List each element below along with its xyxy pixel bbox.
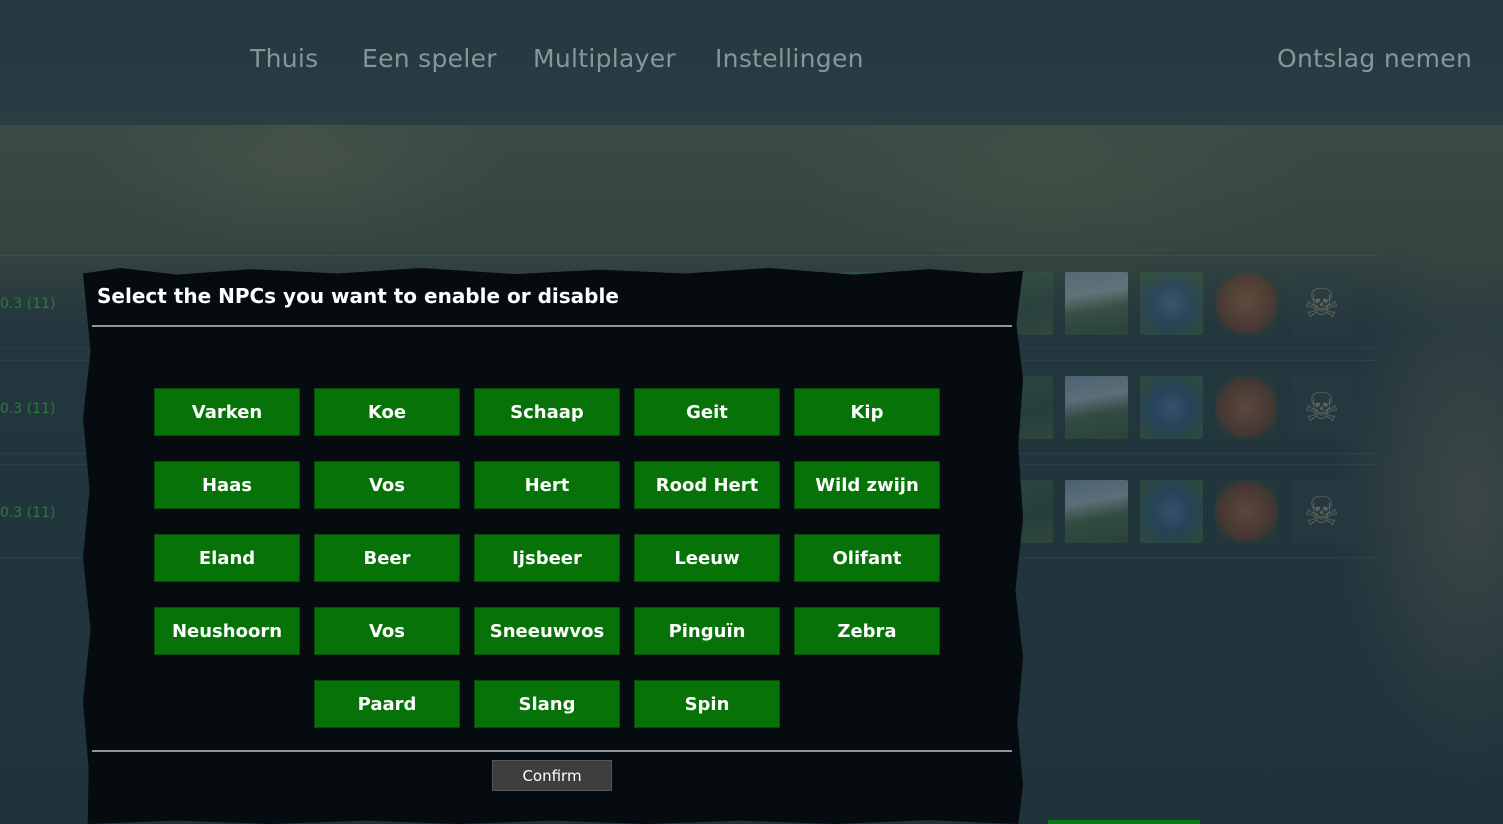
skull-icon: ☠ (1290, 480, 1353, 543)
npc-toggle-button[interactable]: Schaap (474, 388, 620, 436)
world-version: 0.3 (11) (0, 296, 56, 312)
background-button-edge (1048, 820, 1200, 824)
nav-settings[interactable]: Instellingen (715, 44, 864, 73)
nav-home[interactable]: Thuis (250, 44, 318, 73)
nav-multiplayer[interactable]: Multiplayer (533, 44, 676, 73)
modal-title: Select the NPCs you want to enable or di… (97, 284, 619, 308)
npc-toggle-button[interactable]: Geit (634, 388, 780, 436)
world-thumbnail (1065, 272, 1128, 335)
npc-toggle-button[interactable]: Beer (314, 534, 460, 582)
npc-toggle-button[interactable]: Varken (154, 388, 300, 436)
divider (92, 750, 1012, 752)
npc-toggle-button[interactable]: Vos (314, 461, 460, 509)
top-navigation: Thuis Een speler Multiplayer Instellinge… (0, 0, 1503, 125)
world-thumbnail (1065, 376, 1128, 439)
nav-quit[interactable]: Ontslag nemen (1277, 44, 1472, 73)
npc-toggle-button[interactable]: Koe (314, 388, 460, 436)
npc-toggle-button[interactable]: Zebra (794, 607, 940, 655)
world-version: 0.3 (11) (0, 505, 56, 521)
npc-toggle-button[interactable]: Vos (314, 607, 460, 655)
world-thumbnail (1065, 480, 1128, 543)
npc-toggle-button[interactable]: Hert (474, 461, 620, 509)
npc-toggle-button[interactable]: Sneeuwvos (474, 607, 620, 655)
npc-toggle-button[interactable]: Kip (794, 388, 940, 436)
npc-toggle-button[interactable]: Eland (154, 534, 300, 582)
confirm-button[interactable]: Confirm (492, 760, 612, 791)
npc-toggle-button[interactable]: Ijsbeer (474, 534, 620, 582)
npc-toggle-button[interactable]: Leeuw (634, 534, 780, 582)
npc-toggle-button[interactable]: Spin (634, 680, 780, 728)
world-version: 0.3 (11) (0, 401, 56, 417)
divider (92, 325, 1012, 327)
npc-toggle-button[interactable]: Wild zwijn (794, 461, 940, 509)
world-thumbnail (1215, 480, 1278, 543)
world-thumbnail (1215, 272, 1278, 335)
npc-toggle-button[interactable]: Slang (474, 680, 620, 728)
world-thumbnail (1140, 272, 1203, 335)
skull-icon: ☠ (1290, 376, 1353, 439)
npc-toggle-button[interactable]: Pinguïn (634, 607, 780, 655)
npc-toggle-button[interactable]: Rood Hert (634, 461, 780, 509)
npc-toggle-button[interactable]: Neushoorn (154, 607, 300, 655)
skull-icon: ☠ (1290, 272, 1353, 335)
npc-toggle-button[interactable]: Haas (154, 461, 300, 509)
npc-toggle-button[interactable]: Olifant (794, 534, 940, 582)
world-thumbnail (1140, 376, 1203, 439)
world-thumbnail (1215, 376, 1278, 439)
world-thumbnail (1140, 480, 1203, 543)
nav-singleplayer[interactable]: Een speler (362, 44, 497, 73)
npc-toggle-button[interactable]: Paard (314, 680, 460, 728)
